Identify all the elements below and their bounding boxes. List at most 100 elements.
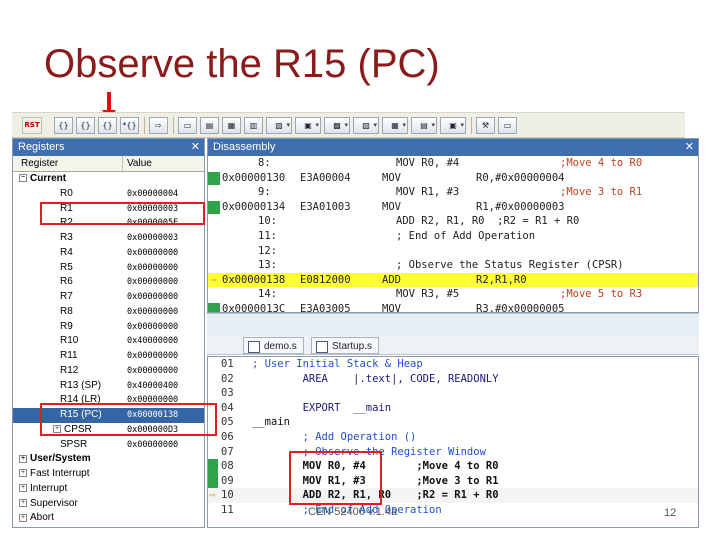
disassembly-instruction[interactable]: 0x00000130 E3A00004 MOV R0,#0x00000004 [208, 171, 698, 186]
command-button[interactable]: ▭ [178, 117, 197, 134]
register-value[interactable] [123, 482, 127, 497]
register-name: R5 [60, 261, 73, 273]
disassembly-instruction[interactable]: 0x0000013C E3A03005 MOV R3,#0x00000005 [208, 302, 698, 313]
show-next-button[interactable]: ⇨ [149, 117, 168, 134]
editor-line[interactable]: 11 ; End of Add Operation [208, 503, 698, 518]
disassembly-source-line[interactable]: 11: ; End of Add Operation [208, 229, 698, 244]
collapse-icon[interactable]: − [19, 174, 27, 183]
disassembly-source-line[interactable]: 13: ; Observe the Status Register (CPSR) [208, 258, 698, 273]
system-viewer-button[interactable]: ▣ [440, 117, 466, 134]
register-row[interactable]: R8 0x00000000 [13, 305, 204, 320]
register-row[interactable]: R11 0x00000000 [13, 349, 204, 364]
source-editor[interactable]: 01 ; User Initial Stack & Heap 02 AREA |.t… [207, 356, 699, 528]
editor-line[interactable]: 07 ; Observe the Register Window [208, 445, 698, 460]
editor-line[interactable]: 03 [208, 386, 698, 401]
disassembly-button[interactable]: ▤ [200, 117, 219, 134]
register-value[interactable]: 0x00000000 [123, 305, 178, 320]
register-row[interactable]: R4 0x00000000 [13, 246, 204, 261]
step-over-button[interactable]: {} [76, 117, 95, 134]
register-value[interactable]: 0x00000004 [123, 187, 178, 202]
register-value[interactable]: 0x00000000 [123, 261, 178, 276]
editor-line[interactable]: 08 MOV R0, #4 ;Move 4 to R0 [208, 459, 698, 474]
symbols-button[interactable]: ▦ [222, 117, 241, 134]
editor-line[interactable]: ⇨ 10 ADD R2, R1, R0 ;R2 = R1 + R0 [208, 488, 698, 503]
column-header-register[interactable]: Register [13, 156, 123, 171]
tab-demo-s[interactable]: demo.s [243, 337, 304, 354]
register-value[interactable] [123, 452, 127, 467]
column-header-value[interactable]: Value [123, 156, 152, 171]
register-value[interactable]: 0x00000000 [123, 349, 178, 364]
register-row[interactable]: R9 0x00000000 [13, 320, 204, 335]
expand-icon[interactable]: + [19, 454, 27, 463]
disassembly-source-line[interactable]: 8: MOV R0, #4 ;Move 4 to R0 [208, 156, 698, 171]
editor-line[interactable]: 01 ; User Initial Stack & Heap [208, 357, 698, 372]
register-row[interactable]: R7 0x00000000 [13, 290, 204, 305]
register-value[interactable] [123, 467, 127, 482]
register-row[interactable]: + Abort [13, 511, 204, 526]
disassembly-source-line[interactable]: 9: MOV R1, #3 ;Move 3 to R1 [208, 185, 698, 200]
step-out-button[interactable]: {} [98, 117, 117, 134]
expand-icon[interactable]: + [19, 469, 27, 478]
expand-icon[interactable]: + [19, 484, 27, 493]
register-row[interactable]: R6 0x00000000 [13, 275, 204, 290]
close-icon[interactable]: ✕ [685, 139, 694, 156]
register-row[interactable]: R3 0x00000003 [13, 231, 204, 246]
watch-button[interactable]: ▣ [295, 117, 321, 134]
close-icon[interactable]: ✕ [191, 139, 200, 156]
register-row[interactable]: SPSR 0x00000000 [13, 438, 204, 453]
trace-button[interactable]: ▤ [411, 117, 437, 134]
register-value[interactable]: 0x00000000 [123, 246, 178, 261]
line-number: 04 [221, 401, 234, 414]
register-row[interactable]: + Interrupt [13, 482, 204, 497]
reset-button[interactable]: RST [22, 117, 42, 134]
expand-icon[interactable]: + [19, 513, 27, 522]
disassembly-source-line[interactable]: 10: ADD R2, R1, R0 ;R2 = R1 + R0 [208, 214, 698, 229]
disassembly-window: Disassembly ✕ 8: MOV R0, #4 ;Move 4 to R0 0… [207, 138, 699, 313]
disassembly-source-line[interactable]: 12: [208, 244, 698, 259]
register-row[interactable]: R5 0x00000000 [13, 261, 204, 276]
mnemonic: MOV [382, 302, 401, 313]
source-line-number: 13: [258, 259, 277, 272]
register-value[interactable]: 0x40000000 [123, 334, 178, 349]
register-row[interactable]: R0 0x00000004 [13, 187, 204, 202]
editor-line[interactable]: 04 EXPORT __main [208, 401, 698, 416]
editor-line[interactable]: 06 ; Add Operation () [208, 430, 698, 445]
register-value[interactable] [123, 511, 127, 526]
disassembly-source-line[interactable]: 14: MOV R3, #5 ;Move 5 to R3 [208, 287, 698, 302]
analysis-button[interactable]: ▦ [382, 117, 408, 134]
disassembly-instruction[interactable]: 0x00000134 E3A01003 MOV R1,#0x00000003 [208, 200, 698, 215]
expand-icon[interactable]: + [19, 498, 27, 507]
register-value[interactable]: 0x00000003 [123, 231, 178, 246]
register-row[interactable]: R13 (SP) 0x40000400 [13, 379, 204, 394]
window-splitter[interactable] [207, 313, 699, 335]
register-row[interactable]: R10 0x40000000 [13, 334, 204, 349]
register-row[interactable]: R12 0x00000000 [13, 364, 204, 379]
register-row[interactable]: + Supervisor [13, 497, 204, 512]
registers-button[interactable]: ▥ [244, 117, 263, 134]
register-row[interactable]: − Current [13, 172, 204, 187]
register-row[interactable]: + User/System [13, 452, 204, 467]
opcode: E0812000 [300, 273, 351, 286]
run-to-cursor-button[interactable]: *{} [120, 117, 139, 134]
line-number: 11 [221, 503, 234, 516]
step-into-button[interactable]: {} [54, 117, 73, 134]
toolbox-button[interactable]: ⚒ [476, 117, 495, 134]
register-value[interactable]: 0x00000000 [123, 320, 178, 335]
disassembly-instruction[interactable]: ⇨ 0x00000138 E0812000 ADD R2,R1,R0 [208, 272, 698, 288]
memory-button[interactable]: ▩ [324, 117, 350, 134]
register-value[interactable]: 0x00000000 [123, 438, 178, 453]
register-value[interactable]: 0x00000000 [123, 364, 178, 379]
call-stack-button[interactable]: ▧ [266, 117, 292, 134]
register-row[interactable]: + Fast Interrupt [13, 467, 204, 482]
editor-line[interactable]: 05 __main [208, 415, 698, 430]
tab-startup-s[interactable]: Startup.s [311, 337, 380, 354]
register-value[interactable] [123, 497, 127, 512]
register-value[interactable]: 0x00000000 [123, 290, 178, 305]
register-value[interactable] [123, 172, 127, 187]
editor-line[interactable]: 02 AREA |.text|, CODE, READONLY [208, 372, 698, 387]
options-button[interactable]: ▭ [498, 117, 517, 134]
editor-line[interactable]: 09 MOV R1, #3 ;Move 3 to R1 [208, 473, 698, 489]
register-value[interactable]: 0x40000400 [123, 379, 178, 394]
register-value[interactable]: 0x00000000 [123, 275, 178, 290]
serial-button[interactable]: ▨ [353, 117, 379, 134]
